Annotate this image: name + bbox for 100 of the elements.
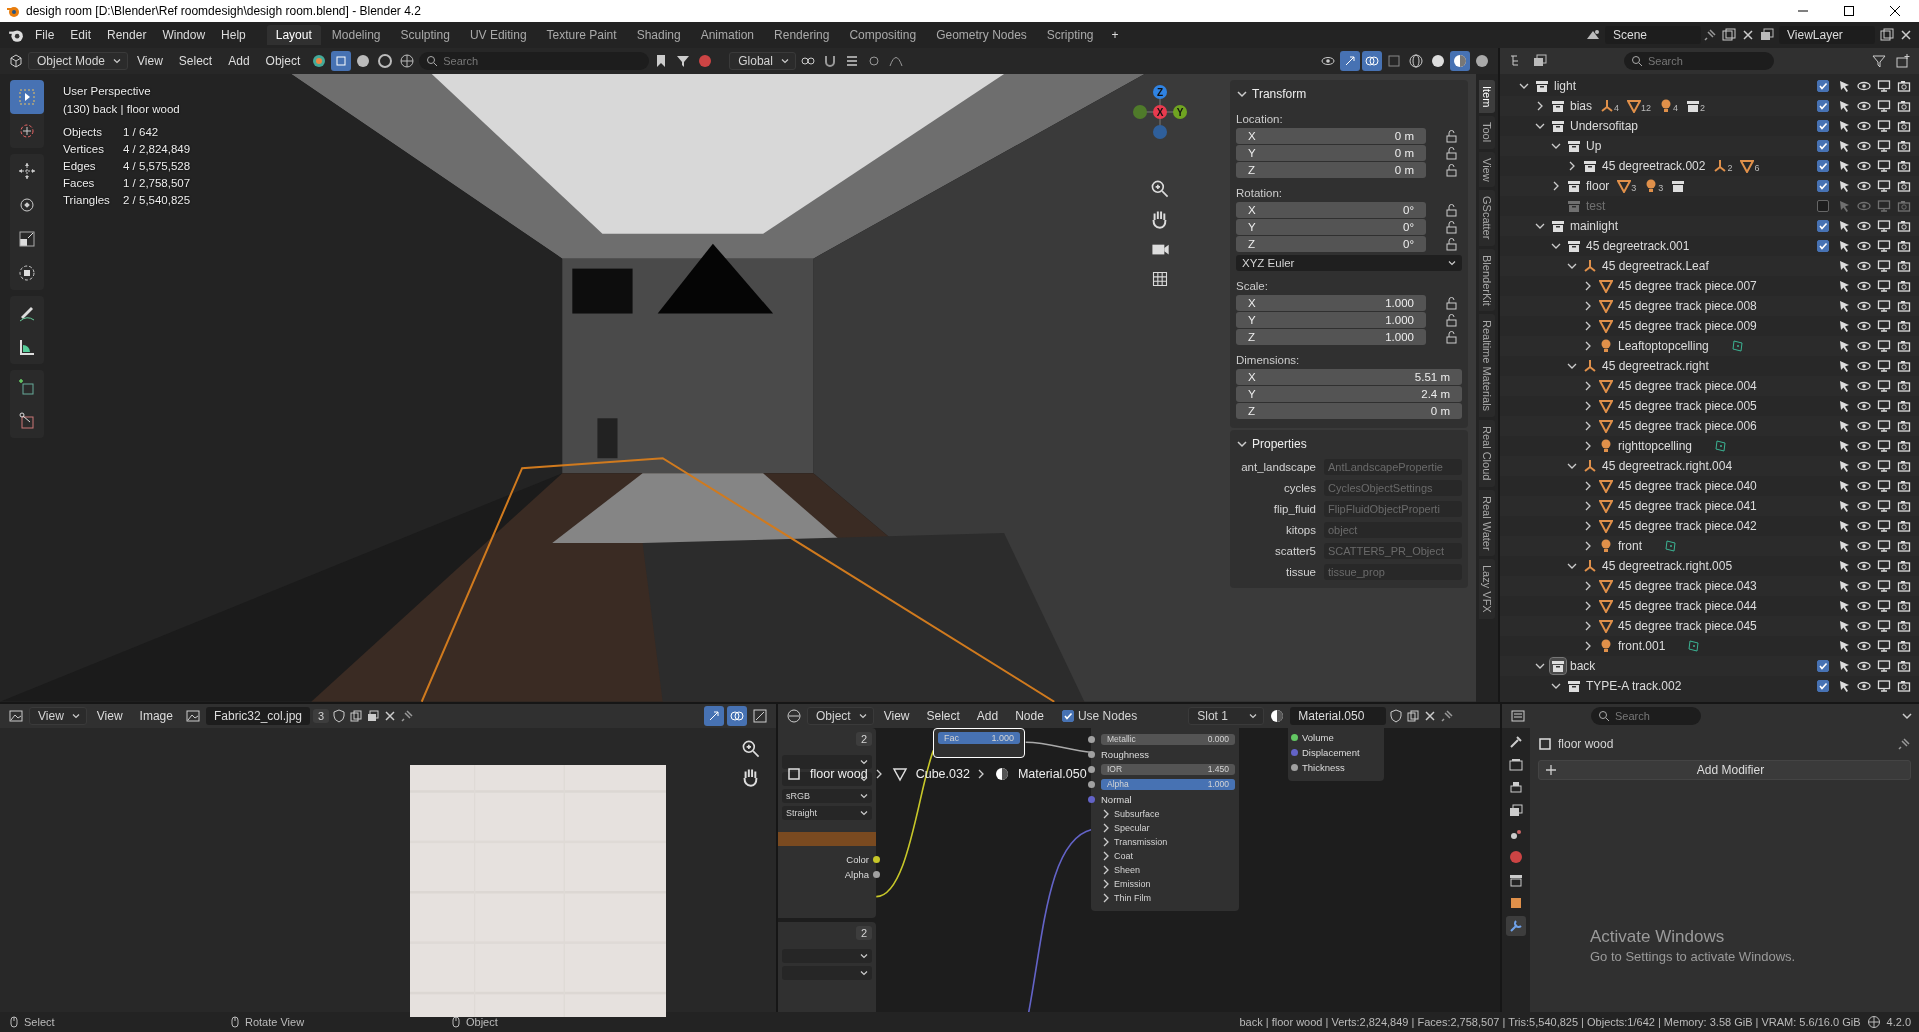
duplicate-icon[interactable] [349,708,364,723]
tree-item[interactable]: 45 degree track piece.008 [1618,298,1757,313]
chevron-right-icon[interactable] [1101,836,1111,847]
monitor-icon[interactable] [1877,418,1891,433]
number-field[interactable]: Z 0° [1236,235,1426,252]
monitor-icon[interactable] [1877,358,1891,373]
monitor-icon[interactable] [1877,678,1891,693]
monitor-icon[interactable] [1877,538,1891,553]
menu-item[interactable]: Select [919,706,967,725]
chevron-right-icon[interactable] [1101,822,1111,833]
search-field[interactable]: Search [1591,706,1701,725]
node[interactable]: Volume Displacement Thickness [1288,727,1384,781]
sidebar-tab[interactable]: Tool [1479,116,1495,149]
pointer-icon[interactable] [1837,478,1851,493]
number-field[interactable]: Y 2.4 m [1236,385,1462,402]
monitor-icon[interactable] [1877,178,1891,193]
menu-item[interactable]: View [89,706,130,725]
number-field[interactable]: Y 0° [1236,218,1426,235]
search-field[interactable]: Search [1624,51,1774,70]
sidebar-tab[interactable]: Lazy VFX [1479,559,1495,620]
chevron-right-icon[interactable] [1583,500,1593,511]
tree-item[interactable]: mainlight [1570,218,1619,233]
tree-item[interactable]: 45 degreetrack.002 [1602,158,1706,173]
unlocked-padlock-icon[interactable] [1444,202,1458,217]
pointer-icon[interactable] [1837,158,1851,173]
workspace-tab[interactable]: Rendering [765,24,839,45]
pointer-icon[interactable] [1837,658,1851,673]
tree-item[interactable]: 45 degree track piece.045 [1618,618,1757,633]
sidebar-tab[interactable]: GScatter [1479,190,1495,246]
menu-item[interactable]: View [130,51,170,70]
pointer-icon[interactable] [1837,178,1851,193]
camera-icon[interactable] [1897,498,1911,513]
tree-item[interactable]: 45 degree track piece.005 [1618,398,1757,413]
workspace-tab[interactable]: Shading [627,24,690,45]
camera-icon[interactable] [1897,598,1911,613]
image-name-field[interactable]: Fabric32_col.jpg [205,706,310,725]
slot-dropdown[interactable]: Slot 1 [1188,706,1265,725]
shield-icon[interactable] [332,708,347,723]
menu-item[interactable]: Render [100,25,154,44]
chevron-right-icon[interactable] [1583,480,1593,491]
chevron-right-icon[interactable] [1101,892,1111,903]
number-field[interactable]: Z 0 m [1236,402,1462,419]
axis-gizmo-drawing[interactable]: Z X Y [1120,81,1200,162]
panel-label[interactable]: Transmission [1114,836,1168,847]
mode-dropdown[interactable]: Object Mode [28,51,129,70]
pointer-icon[interactable] [1837,78,1851,93]
shield-icon[interactable] [1389,708,1404,723]
pointer-icon[interactable] [1837,538,1851,553]
number-field[interactable]: Metallic 0.000 [1101,733,1235,745]
unlocked-padlock-icon[interactable] [1444,236,1458,251]
monitor-icon[interactable] [1877,638,1891,653]
pointer-icon[interactable] [1837,678,1851,693]
checkbox[interactable] [1817,119,1829,132]
unlocked-padlock-icon[interactable] [1444,162,1458,177]
checkbox[interactable] [1817,139,1829,152]
camera-icon[interactable] [1897,458,1911,473]
workspace-tab[interactable]: Texture Paint [537,24,626,45]
chevron-right-icon[interactable] [1583,340,1593,351]
camera-icon[interactable] [1897,478,1911,493]
camera-icon[interactable] [1897,98,1911,113]
search-field[interactable]: Search [419,51,650,70]
camera-icon[interactable] [1897,318,1911,333]
pointer-icon[interactable] [1837,278,1851,293]
chevron-right-icon[interactable] [1101,808,1111,819]
checkbox[interactable] [1817,179,1829,192]
pointer-icon[interactable] [1837,558,1851,573]
chevron-right-icon[interactable] [1583,520,1593,531]
workspace-tab[interactable]: Geometry Nodes [927,24,1036,45]
checkbox[interactable] [1817,79,1829,92]
chevron-right-icon[interactable] [1583,400,1593,411]
tree-item[interactable]: 45 degreetrack.right.004 [1602,458,1733,473]
pointer-icon[interactable] [1837,438,1851,453]
chevron-right-icon[interactable] [1583,540,1593,551]
camera-icon[interactable] [1897,538,1911,553]
chevron-right-icon[interactable] [1583,600,1593,611]
camera-icon[interactable] [1897,158,1911,173]
pointer-icon[interactable] [1837,138,1851,153]
menu-item[interactable]: File [28,25,62,44]
tree-item[interactable]: 45 degree track piece.009 [1618,318,1757,333]
user-count[interactable]: 3 [313,708,330,723]
menu-item[interactable]: Add [969,706,1006,725]
chevron-right-icon[interactable] [1583,640,1593,651]
number-field[interactable]: X 5.51 m [1236,368,1462,385]
image-stack-icon[interactable] [366,708,381,723]
pointer-icon[interactable] [1837,298,1851,313]
rotation-mode-dropdown[interactable]: XYZ Euler [1236,254,1462,271]
number-field[interactable]: X 0 m [1236,127,1426,144]
close-icon[interactable] [1423,708,1438,723]
overlay-icon[interactable] [727,705,747,726]
pointer-icon[interactable] [1837,98,1851,113]
unlocked-padlock-icon[interactable] [1444,128,1458,143]
unlocked-padlock-icon[interactable] [1444,295,1458,310]
menu-item[interactable]: Node [1008,706,1051,725]
pointer-icon[interactable] [1837,418,1851,433]
gizmo-icon[interactable] [704,705,724,726]
camera-icon[interactable] [1897,438,1911,453]
unlocked-padlock-icon[interactable] [1444,219,1458,234]
chevron-right-icon[interactable] [1583,440,1593,451]
camera-icon[interactable] [1897,678,1911,693]
checkbox[interactable] [1817,99,1829,112]
